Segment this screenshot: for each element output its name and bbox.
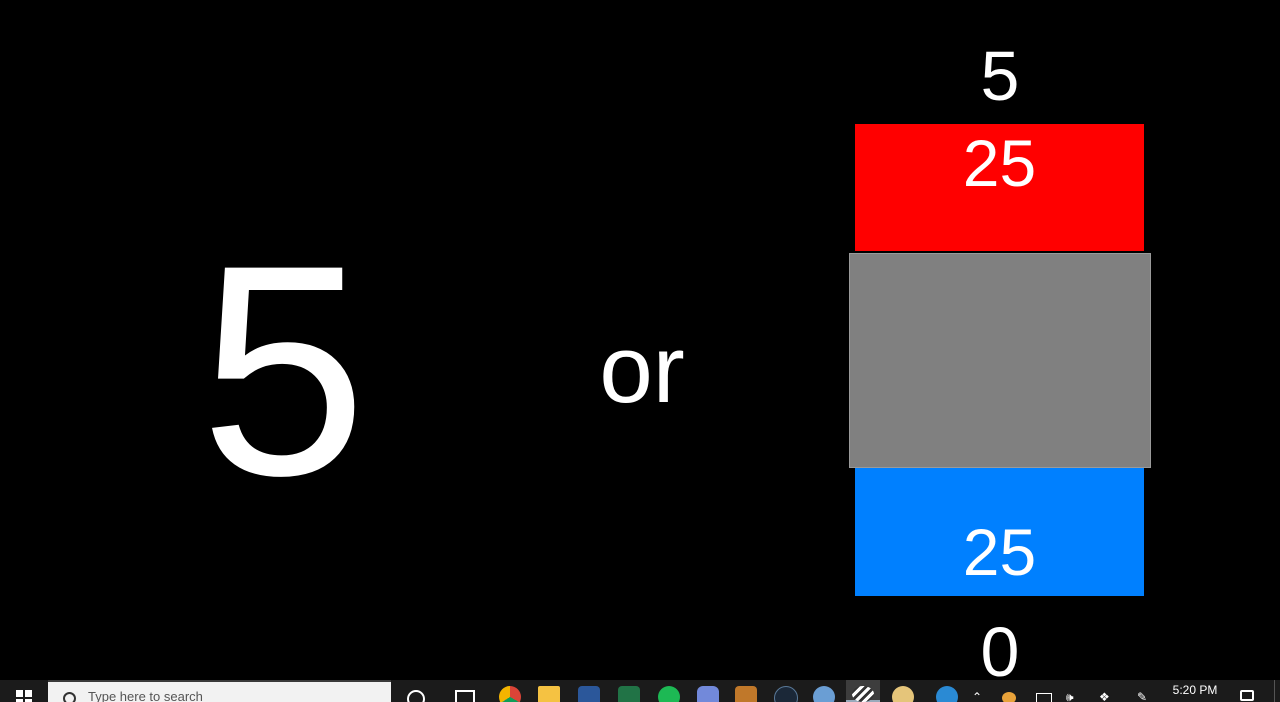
steam-icon[interactable]	[774, 686, 798, 702]
search-placeholder: Type here to search	[88, 689, 203, 702]
paint-icon[interactable]	[892, 686, 914, 702]
taskbar-clock[interactable]: 5:20 PM	[1168, 683, 1222, 697]
red-block: 25	[855, 124, 1144, 251]
excel-icon[interactable]	[618, 686, 640, 702]
show-desktop-button[interactable]	[1274, 680, 1275, 702]
start-button[interactable]	[0, 680, 48, 702]
discord-icon[interactable]	[697, 686, 719, 702]
search-icon	[63, 692, 76, 702]
word-icon[interactable]	[578, 686, 600, 702]
bottom-scale-value: 0	[980, 613, 1020, 691]
weather-icon[interactable]	[1002, 692, 1016, 702]
active-app-icon	[852, 686, 874, 702]
gray-block	[849, 253, 1151, 468]
windows-logo-icon	[16, 690, 32, 702]
blue-block: 25	[855, 468, 1144, 596]
game-icon[interactable]	[735, 686, 757, 702]
or-connector: or	[599, 316, 685, 423]
cortana-icon[interactable]	[407, 690, 425, 702]
task-view-icon[interactable]	[455, 690, 475, 702]
help-icon[interactable]	[936, 686, 958, 702]
dropbox-icon[interactable]: ❖	[1099, 690, 1110, 702]
file-explorer-icon[interactable]	[538, 686, 560, 702]
chrome-icon[interactable]	[499, 686, 521, 702]
spotify-icon[interactable]	[658, 686, 680, 702]
pen-icon[interactable]: ✎	[1137, 690, 1147, 702]
top-scale-value: 5	[980, 37, 1020, 115]
active-app-button[interactable]	[846, 680, 880, 702]
r-icon[interactable]	[813, 686, 835, 702]
presentation-slide: 5 or 5 25 25 0	[0, 0, 1280, 688]
notification-icon[interactable]	[1240, 690, 1254, 701]
battery-icon[interactable]	[1036, 693, 1052, 702]
main-number: 5	[200, 202, 367, 538]
taskbar: Type here to search ⌃ 🕪 ❖ ✎ 5:20 PM	[0, 680, 1280, 702]
chevron-up-icon[interactable]: ⌃	[972, 690, 982, 702]
taskbar-search-box[interactable]: Type here to search	[48, 680, 391, 702]
volume-icon[interactable]: 🕪	[1066, 690, 1074, 702]
